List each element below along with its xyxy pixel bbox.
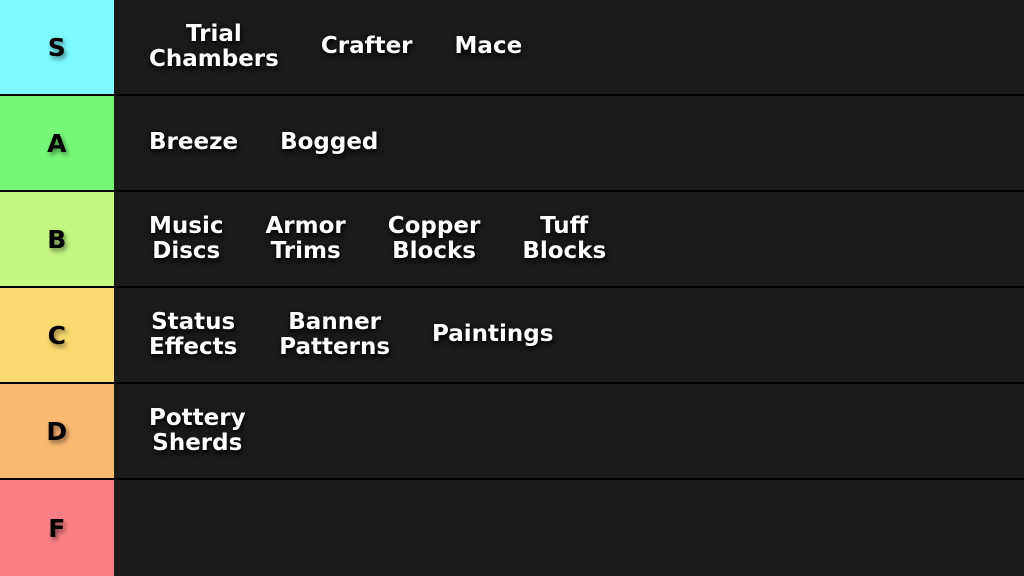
tier-row-s: S Trial Chambers Crafter Mace: [0, 0, 1024, 96]
tier-row-b: B Music Discs Armor Trims Copper Blocks Tuff…: [0, 192, 1024, 288]
tier-item[interactable]: Status Effects: [128, 309, 258, 361]
tier-label-text: D: [46, 416, 68, 446]
tier-item[interactable]: Music Discs: [128, 213, 244, 265]
tier-label-text: A: [47, 128, 67, 158]
tier-label-text: C: [47, 320, 67, 350]
tier-item[interactable]: Mace: [434, 34, 544, 60]
tier-row-d: D Pottery Sherds: [0, 384, 1024, 480]
tier-label-d[interactable]: D: [0, 384, 114, 478]
tier-item[interactable]: Trial Chambers: [128, 21, 300, 73]
tier-row-a: A Breeze Bogged: [0, 96, 1024, 192]
tier-label-b[interactable]: B: [0, 192, 114, 286]
tier-items-d[interactable]: Pottery Sherds: [114, 384, 1024, 478]
tier-row-c: C Status Effects Banner Patterns Paintings: [0, 288, 1024, 384]
tier-items-a[interactable]: Breeze Bogged: [114, 96, 1024, 190]
tier-items-b[interactable]: Music Discs Armor Trims Copper Blocks Tuff …: [114, 192, 1024, 286]
tier-item[interactable]: Tuff Blocks: [501, 213, 627, 265]
tier-label-f[interactable]: F: [0, 480, 114, 576]
tier-label-a[interactable]: A: [0, 96, 114, 190]
tier-item[interactable]: Paintings: [411, 322, 574, 348]
tier-label-text: B: [47, 224, 67, 254]
tier-items-s[interactable]: Trial Chambers Crafter Mace: [114, 0, 1024, 94]
tier-label-text: F: [48, 513, 66, 543]
tier-item[interactable]: Crafter: [300, 34, 434, 60]
tier-item[interactable]: Armor Trims: [244, 213, 366, 265]
tier-label-c[interactable]: C: [0, 288, 114, 382]
tier-item[interactable]: Pottery Sherds: [128, 405, 267, 457]
tier-items-c[interactable]: Status Effects Banner Patterns Paintings: [114, 288, 1024, 382]
tier-item[interactable]: Bogged: [259, 130, 399, 156]
tier-label-s[interactable]: S: [0, 0, 114, 94]
tier-item[interactable]: Breeze: [128, 130, 259, 156]
tier-items-f[interactable]: [114, 480, 1024, 576]
tier-list: S Trial Chambers Crafter Mace A Breeze Bogged B…: [0, 0, 1024, 576]
tier-item[interactable]: Banner Patterns: [258, 309, 411, 361]
tier-label-text: S: [47, 32, 67, 62]
tier-row-f: F: [0, 480, 1024, 576]
tier-item[interactable]: Copper Blocks: [367, 213, 502, 265]
